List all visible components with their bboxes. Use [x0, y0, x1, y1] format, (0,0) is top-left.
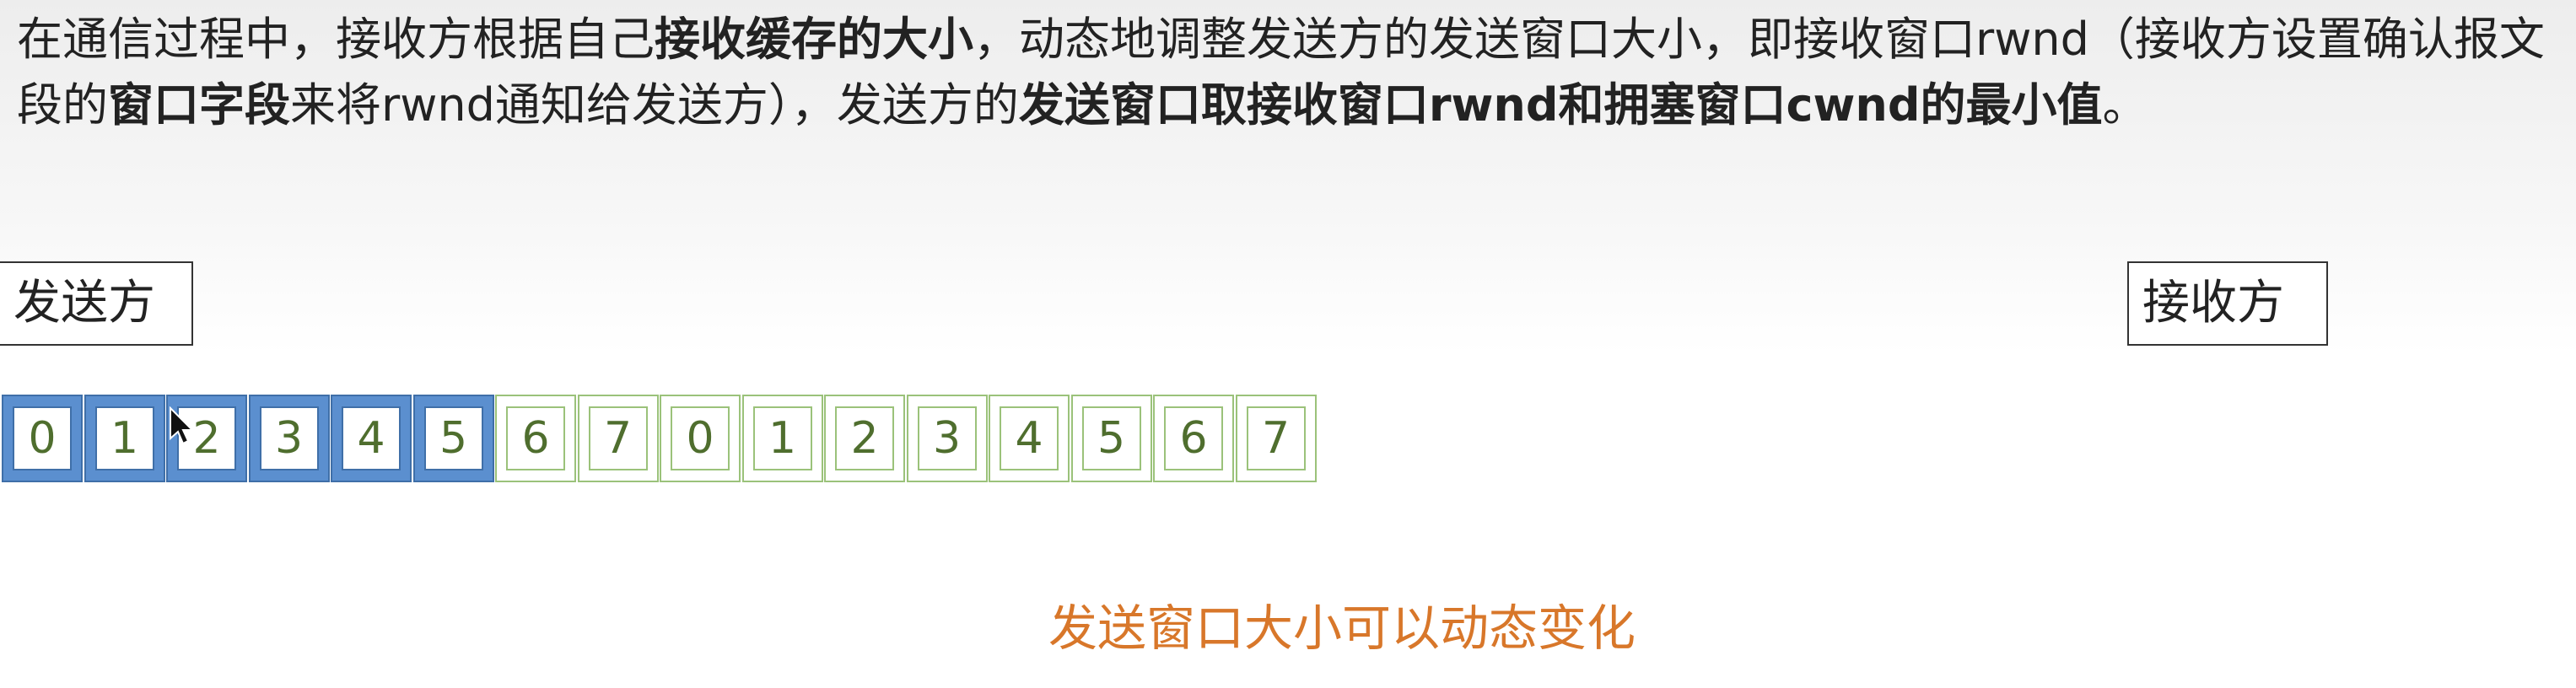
sequence-cell: 4: [331, 395, 412, 482]
sequence-cell: 6: [495, 395, 576, 482]
sequence-number: 1: [752, 406, 812, 470]
sequence-number: 5: [423, 406, 483, 470]
sequence-number: 3: [259, 406, 319, 470]
para-text-4: 。: [2102, 78, 2148, 132]
receiver-label: 接收方: [2127, 261, 2328, 346]
sequence-cell: 7: [577, 395, 659, 482]
sequence-cell: 5: [412, 395, 494, 482]
sequence-cells: 0123456701234567: [2, 395, 1318, 482]
sequence-cell: 2: [824, 395, 905, 482]
sequence-cell: 0: [2, 395, 83, 482]
sequence-cell: 4: [989, 395, 1070, 482]
sequence-number: 7: [588, 406, 648, 470]
sequence-cell: 0: [660, 395, 741, 482]
sequence-number: 3: [917, 406, 977, 470]
sequence-number: 2: [835, 406, 894, 470]
caption-text: 发送窗口大小可以动态变化: [1048, 599, 1636, 657]
sequence-cell: 5: [1070, 395, 1152, 482]
para-bold-1: 接收缓存的大小: [655, 13, 973, 66]
sequence-number: 4: [1000, 406, 1059, 470]
sequence-number: 0: [671, 406, 730, 470]
sequence-number: 1: [94, 406, 154, 470]
sequence-cell: 3: [248, 395, 330, 482]
sequence-cell: 1: [741, 395, 823, 482]
sequence-number: 4: [342, 406, 401, 470]
para-text-1: 在通信过程中，接收方根据自己: [17, 13, 655, 66]
para-bold-3: 发送窗口取接收窗口rwnd和拥塞窗口cwnd的最小值: [1018, 78, 2103, 132]
description-paragraph: 在通信过程中，接收方根据自己接收缓存的大小，动态地调整发送方的发送窗口大小，即接…: [17, 7, 2556, 138]
sequence-cell: 7: [1235, 395, 1317, 482]
sequence-cell: 1: [84, 395, 165, 482]
mouse-cursor-icon: [170, 406, 194, 445]
sequence-number: 7: [1246, 406, 1306, 470]
sequence-cell: 6: [1153, 395, 1234, 482]
sequence-number: 0: [13, 406, 72, 470]
sequence-number: 6: [506, 406, 565, 470]
sender-label: 发送方: [0, 261, 193, 346]
sequence-number: 6: [1164, 406, 1223, 470]
sequence-cell: 3: [906, 395, 988, 482]
para-text-3: 来将rwnd通知给发送方），发送方的: [290, 78, 1019, 132]
para-bold-2: 窗口字段: [108, 78, 290, 132]
sequence-number: 5: [1081, 406, 1141, 470]
